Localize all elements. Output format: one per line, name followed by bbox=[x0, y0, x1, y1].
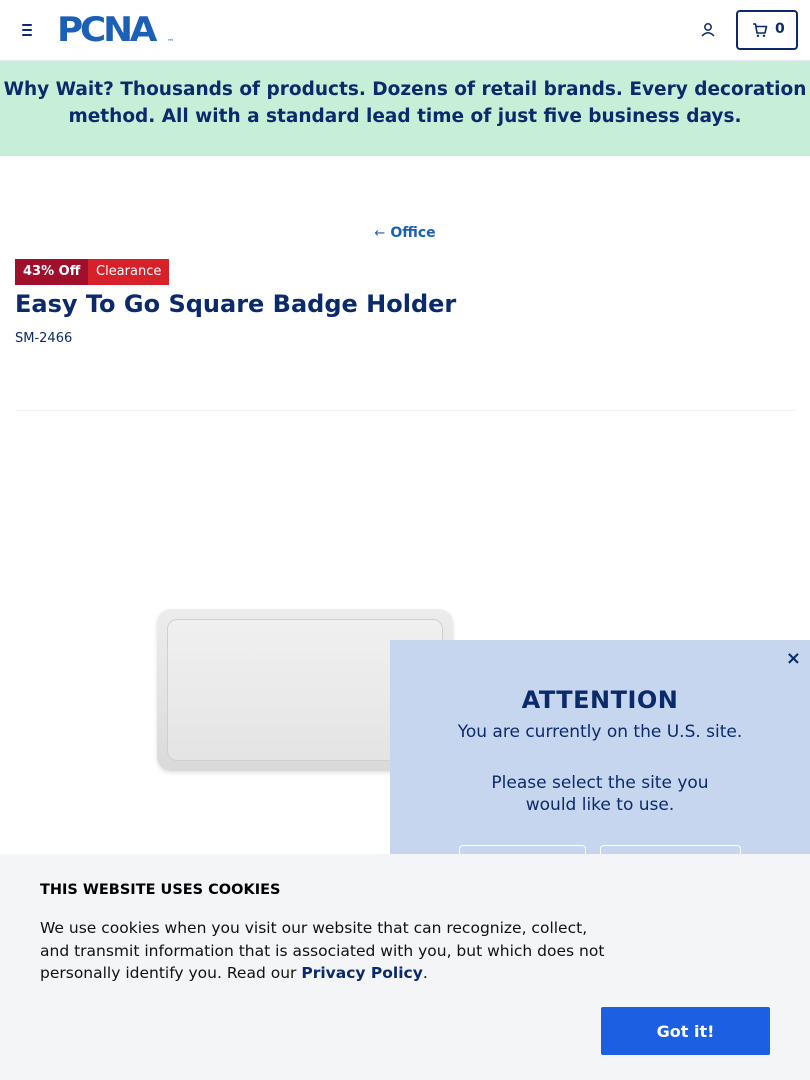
promo-body: Thousands of products. Dozens of retail … bbox=[68, 79, 807, 127]
site-header: PCNA ™ 0 bbox=[0, 0, 810, 61]
promo-lead: Why Wait? bbox=[3, 79, 114, 100]
breadcrumb-label: Office bbox=[390, 225, 436, 241]
cookie-banner: THIS WEBSITE USES COOKIES We use cookies… bbox=[0, 854, 810, 1080]
breadcrumb-back-link[interactable]: ← Office bbox=[0, 222, 810, 241]
attention-message-current-site: You are currently on the U.S. site. bbox=[457, 722, 743, 742]
cart-icon bbox=[752, 22, 768, 38]
cookie-title: THIS WEBSITE USES COOKIES bbox=[40, 882, 281, 898]
promo-text: Why Wait? Thousands of products. Dozens … bbox=[0, 76, 810, 130]
cookie-message: We use cookies when you visit our websit… bbox=[40, 917, 610, 985]
close-icon[interactable]: × bbox=[786, 648, 801, 669]
privacy-policy-link[interactable]: Privacy Policy bbox=[301, 964, 423, 982]
attention-title: ATTENTION bbox=[521, 686, 679, 714]
logo-trademark: ™ bbox=[167, 38, 174, 46]
cart-count: 0 bbox=[775, 21, 785, 37]
pcna-logo[interactable]: PCNA ™ bbox=[57, 10, 177, 50]
attention-message-select-site: Please select the site you would like to… bbox=[491, 773, 709, 815]
logo-text: PCNA bbox=[57, 10, 157, 50]
got-it-button[interactable]: Got it! bbox=[601, 1007, 770, 1055]
product-sku: SM-2466 bbox=[15, 331, 73, 346]
cart-button[interactable]: 0 bbox=[736, 10, 798, 50]
promo-banner: Why Wait? Thousands of products. Dozens … bbox=[0, 61, 810, 156]
user-icon[interactable] bbox=[699, 21, 717, 39]
discount-badge: 43% Off bbox=[15, 259, 89, 285]
cookie-period: . bbox=[422, 964, 428, 982]
clearance-badge: Clearance bbox=[88, 259, 170, 285]
hamburger-icon[interactable] bbox=[20, 21, 38, 39]
arrow-left-icon: ← bbox=[374, 226, 386, 241]
product-title: Easy To Go Square Badge Holder bbox=[15, 290, 457, 318]
